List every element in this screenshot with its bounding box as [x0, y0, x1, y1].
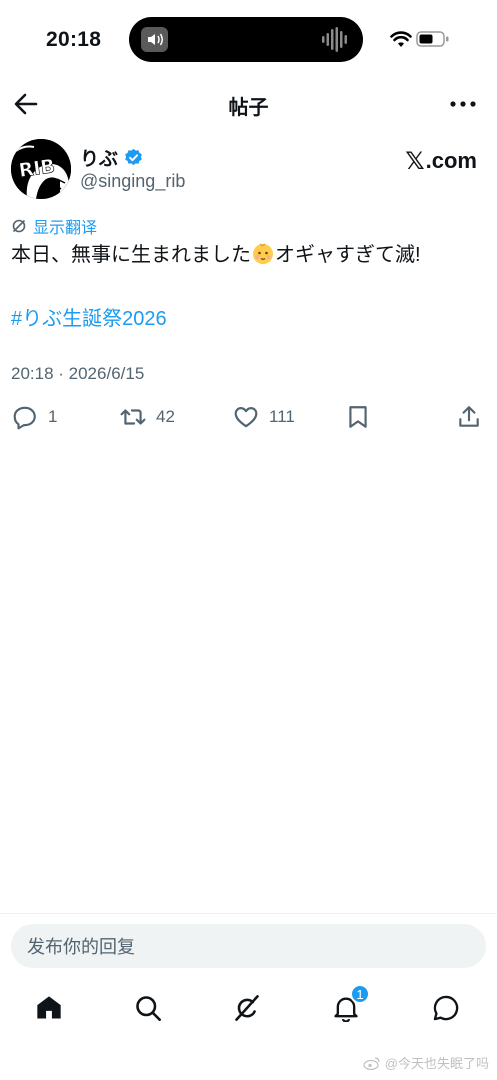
- post-detail-screen: 20:18 帖子 RIB りぶ @singing_rib 𝕏 .com 显示翻译…: [0, 0, 497, 1080]
- status-time: 20:18: [46, 28, 102, 51]
- reply-icon: [13, 406, 36, 430]
- reply-button[interactable]: 1: [12, 400, 57, 434]
- x-logo-mark: 𝕏: [405, 147, 425, 175]
- like-button[interactable]: 111: [233, 400, 295, 434]
- reply-placeholder: 发布你的回复: [27, 937, 135, 957]
- wifi-icon: [390, 30, 412, 48]
- speaker-icon: [141, 27, 168, 52]
- x-logo: 𝕏 .com: [405, 147, 477, 175]
- nav-search[interactable]: [131, 991, 165, 1025]
- post-actions: 1 42 111: [0, 400, 497, 434]
- avatar[interactable]: RIB: [11, 139, 71, 199]
- bookmark-button[interactable]: [345, 400, 371, 434]
- weibo-icon: [363, 1056, 380, 1070]
- nav-messages[interactable]: [429, 991, 463, 1025]
- tweet-text: 本日、無事に生まれました オギャすぎて滅!: [11, 241, 491, 269]
- reply-input[interactable]: 发布你的回复: [11, 924, 486, 968]
- translate-icon: [12, 219, 26, 233]
- retweet-button[interactable]: 42: [120, 400, 175, 434]
- like-icon: [234, 407, 258, 428]
- more-options-button[interactable]: [447, 90, 479, 118]
- watermark: @今天也失眠了吗: [363, 1053, 489, 1072]
- post-timestamp[interactable]: 20:18 · 2026/6/15: [11, 364, 144, 384]
- tweet-text-part-2: オギャすぎて滅!: [275, 244, 421, 266]
- author-handle[interactable]: @singing_rib: [80, 171, 185, 192]
- nav-home[interactable]: [32, 991, 66, 1025]
- battery-icon: [416, 30, 450, 48]
- bookmark-icon: [349, 406, 367, 428]
- grok-icon: [235, 995, 259, 1021]
- dynamic-island: [129, 17, 363, 62]
- hashtag-link[interactable]: #りぶ生誕祭2026: [11, 302, 167, 331]
- share-icon: [459, 406, 479, 427]
- post-header: 帖子: [0, 82, 497, 128]
- status-bar: 20:18: [0, 0, 497, 80]
- search-icon: [136, 996, 161, 1021]
- translate-label: 显示翻译: [33, 220, 98, 237]
- retweet-icon: [120, 409, 146, 425]
- more-icon: [450, 101, 476, 107]
- nav-grok[interactable]: [230, 991, 264, 1025]
- page-title: 帖子: [228, 97, 269, 119]
- baby-emoji-icon: [251, 241, 275, 265]
- translate-link[interactable]: 显示翻译: [11, 214, 97, 238]
- bottom-nav: 1: [0, 984, 497, 1031]
- reply-count: 1: [48, 407, 58, 426]
- like-count: 111: [269, 407, 295, 426]
- x-logo-text: .com: [425, 148, 477, 173]
- author-name-row[interactable]: りぶ: [80, 144, 143, 171]
- notifications-badge: 1: [350, 984, 370, 1004]
- display-name: りぶ: [80, 149, 119, 170]
- retweet-count: 42: [156, 407, 175, 426]
- tweet-text-part-1: 本日、無事に生まれました: [11, 244, 251, 266]
- reply-divider: [0, 913, 497, 914]
- watermark-text: @今天也失眠了吗: [384, 1056, 489, 1071]
- messages-icon: [433, 995, 459, 1021]
- audio-wave-icon: [321, 26, 349, 53]
- home-icon: [37, 996, 61, 1019]
- verified-icon: [125, 148, 142, 166]
- share-button[interactable]: [456, 400, 482, 434]
